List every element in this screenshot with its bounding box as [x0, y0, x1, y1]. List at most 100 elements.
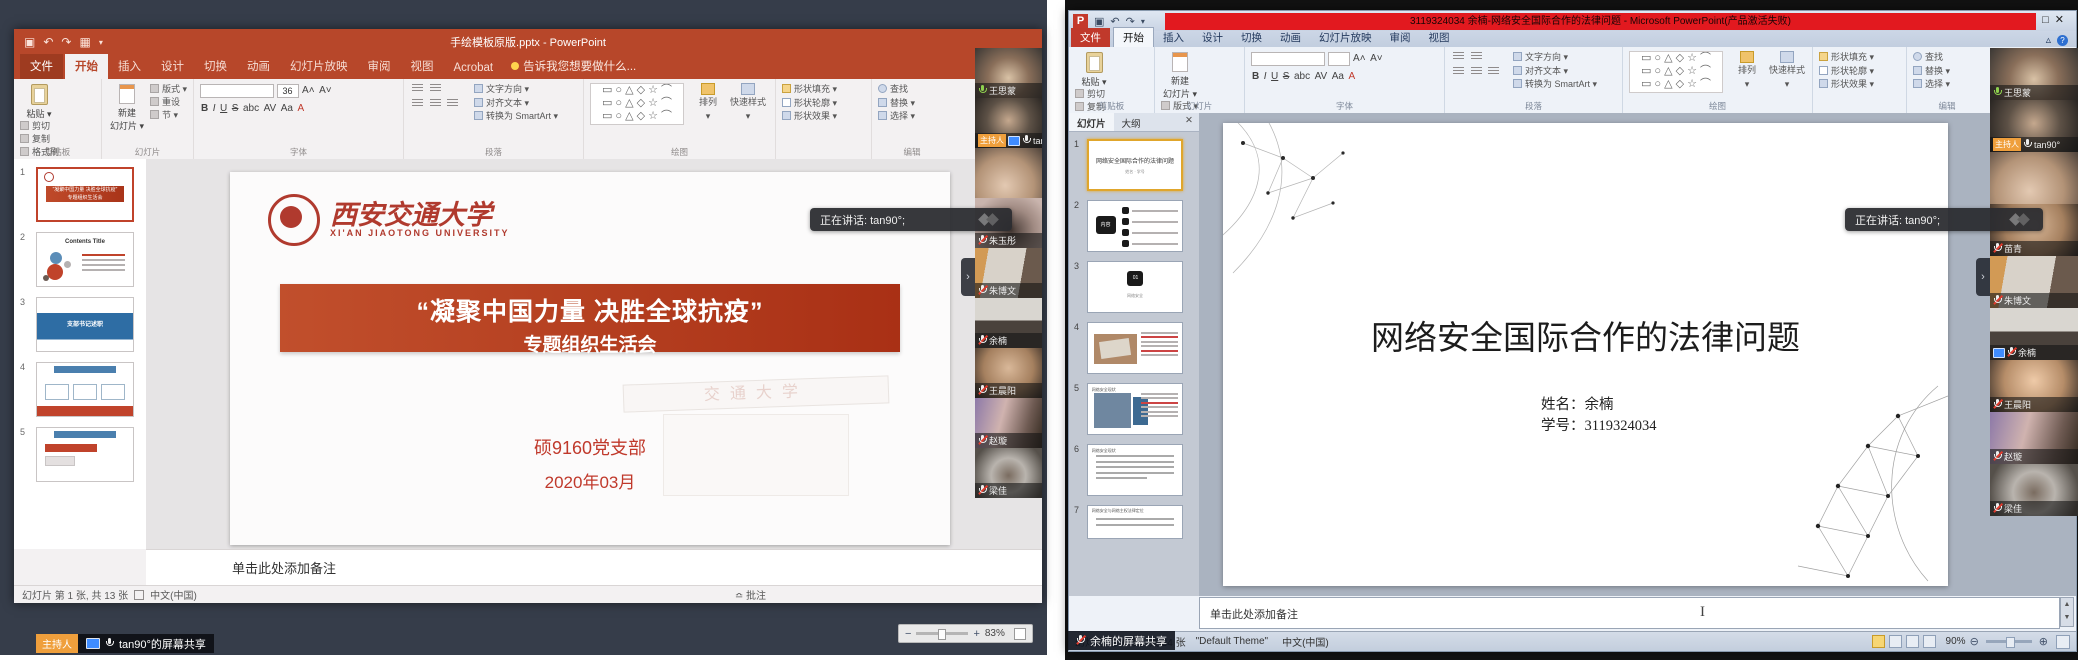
comments-button[interactable]: ≏ 批注	[735, 587, 766, 602]
participant-tile[interactable]: 余楠	[1990, 308, 2078, 360]
select-button[interactable]: 选择 ▾	[878, 110, 948, 124]
find-button[interactable]: 查找	[878, 83, 948, 97]
restore-icon[interactable]: □	[2042, 14, 2055, 26]
tab-design[interactable]: 设计	[1193, 28, 1232, 47]
save-icon[interactable]: ▣	[1094, 15, 1104, 28]
participant-tile[interactable]: 王晨阳	[1990, 360, 2078, 412]
quick-styles-button[interactable]: 快速样式▾	[728, 83, 768, 123]
align-center-icon[interactable]	[1471, 67, 1482, 76]
underline-button[interactable]: U	[220, 101, 227, 116]
arrange-button[interactable]: 排列▾	[1727, 51, 1767, 91]
slide-thumbnail-2[interactable]: 2 内容	[1087, 200, 1193, 252]
participant-tile[interactable]	[975, 148, 1042, 198]
participant-tile[interactable]	[1990, 152, 2078, 204]
arrange-button[interactable]: 排列▾	[688, 83, 728, 123]
slide-thumbnail-5[interactable]: 5 网络安全现状	[1087, 383, 1193, 435]
fit-to-window-icon[interactable]	[2056, 635, 2070, 649]
language-indicator[interactable]: 中文(中国)	[150, 587, 197, 602]
replace-button[interactable]: 替换 ▾	[1913, 65, 1983, 79]
viewer-zoom-control[interactable]: − + 83%	[898, 624, 1033, 643]
italic-button[interactable]: I	[1264, 69, 1267, 84]
replace-button[interactable]: 替换 ▾	[878, 97, 948, 111]
new-slide-button[interactable]: 新建幻灯片 ▾	[1161, 51, 1199, 100]
underline-button[interactable]: U	[1271, 69, 1278, 84]
shape-fill-button[interactable]: 形状填充 ▾	[782, 83, 867, 97]
participant-tile[interactable]: 王晨阳	[975, 348, 1042, 398]
change-case-button[interactable]: Aa	[1332, 69, 1344, 84]
slide-thumbnail-5[interactable]: 5	[36, 427, 140, 482]
character-spacing-button[interactable]: AV	[264, 101, 277, 116]
zoom-out-icon[interactable]: ⊖	[1970, 635, 1979, 648]
character-spacing-button[interactable]: AV	[1315, 69, 1328, 84]
slide-thumbnail-7[interactable]: 7 网络安全与网络主权法律定位	[1087, 505, 1193, 539]
tab-view[interactable]: 视图	[401, 54, 444, 79]
participant-tile[interactable]: 王思蒙	[1990, 48, 2078, 100]
slide-thumbnail-1[interactable]: 1 网络安全国际合作的法律问题 姓名 · 学号	[1087, 139, 1193, 191]
numbering-icon[interactable]	[430, 84, 441, 93]
redo-icon[interactable]: ↷	[1126, 15, 1135, 28]
italic-button[interactable]: I	[213, 101, 216, 116]
tab-file[interactable]: 文件	[20, 54, 63, 79]
paste-button[interactable]: 粘贴 ▾	[20, 83, 58, 120]
grow-font-button[interactable]: A˄	[302, 83, 315, 98]
participant-tile[interactable]: 赵璇	[1990, 412, 2078, 464]
right-current-slide[interactable]: 网络安全国际合作的法律问题 姓名：余楠 学号：3119324034	[1223, 123, 1948, 586]
slide-thumbnail-6[interactable]: 6 网络安全现状	[1087, 444, 1193, 496]
align-center-icon[interactable]	[430, 99, 441, 108]
strikethrough-button[interactable]: S	[1283, 69, 1290, 84]
bold-button[interactable]: B	[201, 101, 208, 116]
participant-tile[interactable]: 朱博文	[1990, 256, 2078, 308]
bold-button[interactable]: B	[1252, 69, 1259, 84]
participant-tile[interactable]: 余楠	[975, 298, 1042, 348]
zoom-in-icon[interactable]: +	[973, 628, 979, 640]
align-right-icon[interactable]	[447, 99, 458, 108]
participant-tile[interactable]: 朱博文	[975, 248, 1042, 298]
smartart-button[interactable]: 转换为 SmartArt ▾	[1513, 78, 1597, 92]
numbering-icon[interactable]	[1471, 52, 1482, 61]
quick-styles-button[interactable]: 快速样式▾	[1767, 51, 1807, 91]
tab-slideshow[interactable]: 幻灯片放映	[1310, 28, 1381, 47]
layout-button[interactable]: 版式 ▾	[150, 83, 187, 96]
pane-tab-outline[interactable]: 大纲	[1114, 113, 1149, 131]
tab-insert[interactable]: 插入	[1154, 28, 1193, 47]
spellcheck-icon[interactable]	[134, 590, 144, 600]
participant-tile[interactable]: 梁佳	[975, 448, 1042, 498]
tab-home[interactable]: 开始	[1113, 27, 1154, 47]
shape-fill-button[interactable]: 形状填充 ▾	[1819, 51, 1902, 65]
select-button[interactable]: 选择 ▾	[1913, 78, 1983, 92]
text-direction-button[interactable]: 文字方向 ▾	[1513, 51, 1597, 65]
strikethrough-button[interactable]: S	[232, 101, 239, 116]
slide-thumbnail-1[interactable]: 1 “凝聚中国力量 决胜全球抗疫”专题组织生活会	[36, 167, 140, 222]
right-notes-field[interactable]: 单击此处添加备注 I	[1199, 597, 2060, 629]
tab-acrobat[interactable]: Acrobat	[444, 58, 504, 79]
font-size-combobox[interactable]	[1328, 52, 1350, 66]
smartart-button[interactable]: 转换为 SmartArt ▾	[474, 110, 558, 124]
help-icon[interactable]: ?	[2057, 35, 2068, 46]
text-shadow-button[interactable]: abc	[243, 101, 259, 116]
font-color-button[interactable]: A	[298, 101, 305, 116]
font-color-button[interactable]: A	[1349, 69, 1356, 84]
strip-collapse-button[interactable]: ›	[1976, 258, 1990, 296]
shrink-font-button[interactable]: A˅	[1370, 51, 1383, 66]
bullets-icon[interactable]	[1453, 52, 1464, 61]
participant-tile[interactable]: 王思蒙	[975, 48, 1042, 98]
slide-thumbnail-4[interactable]: 4	[36, 362, 140, 417]
align-text-button[interactable]: 对齐文本 ▾	[1513, 65, 1597, 79]
tell-me-box[interactable]: 告诉我您想要做什么...	[511, 58, 636, 79]
slide-sorter-view-icon[interactable]	[1889, 635, 1902, 648]
find-button[interactable]: 查找	[1913, 51, 1983, 65]
slideshow-view-icon[interactable]	[1923, 635, 1936, 648]
left-notes-field[interactable]: 单击此处添加备注	[146, 549, 1042, 585]
tab-design[interactable]: 设计	[151, 54, 194, 79]
pane-tab-slides[interactable]: 幻灯片	[1069, 113, 1114, 131]
text-shadow-button[interactable]: abc	[1294, 69, 1310, 84]
paste-button[interactable]: 粘贴 ▾	[1075, 51, 1113, 88]
align-text-button[interactable]: 对齐文本 ▾	[474, 97, 558, 111]
slide-thumbnail-2[interactable]: 2 Contents Title	[36, 232, 140, 287]
normal-view-icon[interactable]	[1872, 635, 1885, 648]
change-case-button[interactable]: Aa	[281, 101, 293, 116]
shape-outline-button[interactable]: 形状轮廓 ▾	[1819, 65, 1902, 79]
grow-font-button[interactable]: A˄	[1353, 51, 1366, 66]
reset-button[interactable]: 重设	[150, 96, 187, 109]
notes-scrollbar[interactable]: ▲▼	[2060, 597, 2074, 627]
